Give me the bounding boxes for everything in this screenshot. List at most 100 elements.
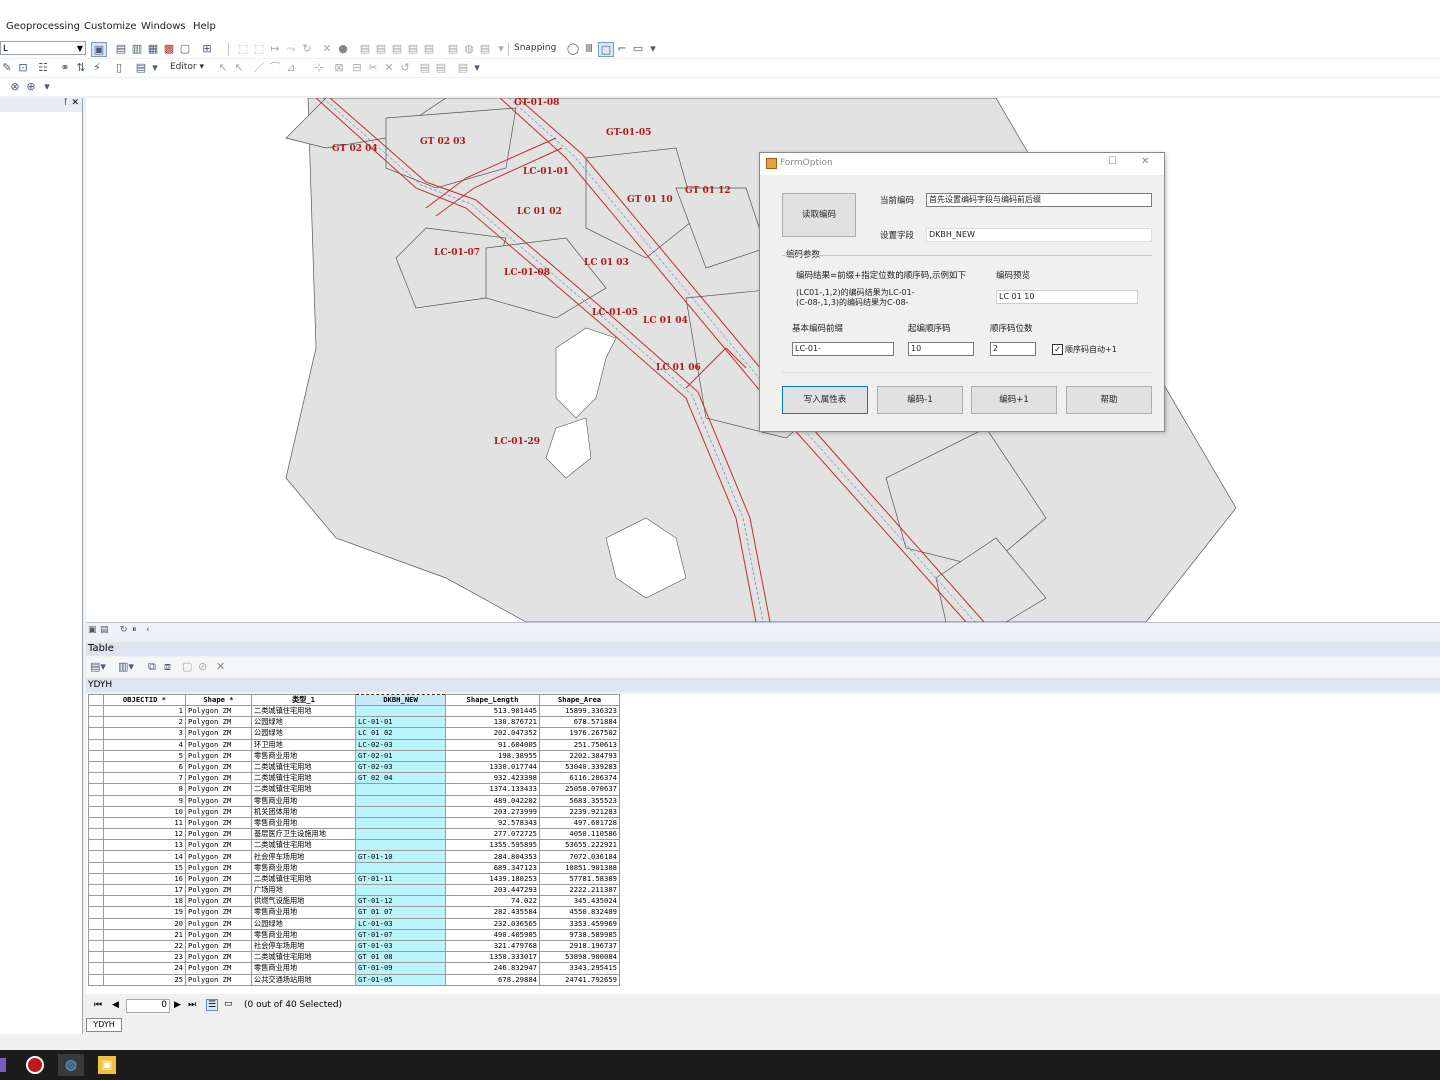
cell-shape[interactable]: Polygon ZM: [185, 917, 252, 930]
search-window-icon[interactable]: ▦: [146, 42, 160, 55]
cell-dkbh-new[interactable]: GT 02 04: [355, 772, 446, 785]
cell-shape[interactable]: Polygon ZM: [185, 738, 252, 751]
split-icon[interactable]: ⤳: [284, 42, 298, 55]
column-header-selected[interactable]: DKBH_NEW: [355, 694, 446, 706]
layout-view-icon[interactable]: ▤: [100, 625, 109, 635]
encoding-plus-button[interactable]: 编码+1: [971, 386, 1057, 414]
text-icon[interactable]: ⊡: [16, 61, 30, 74]
merge-icon[interactable]: ▤: [422, 42, 436, 55]
cell-objectid[interactable]: 9: [103, 794, 186, 807]
row-selector[interactable]: [88, 805, 104, 818]
table-row[interactable]: 14 Polygon ZM 社会停车场用地 GT-01-10 284.804353 707…: [88, 850, 620, 863]
end-point-arc-icon[interactable]: ⌒: [268, 61, 282, 74]
cell-dkbh-new[interactable]: LC-01-03: [355, 917, 446, 930]
reshape-icon[interactable]: ⬚: [252, 42, 266, 55]
cell-shape-length[interactable]: 489.042202: [445, 794, 540, 807]
cell-dkbh-new[interactable]: [355, 816, 446, 830]
cell-dkbh-new[interactable]: [355, 861, 446, 874]
cell-shape-area[interactable]: 251.750613: [539, 738, 620, 751]
cell-shape-length[interactable]: 513.901445: [445, 704, 540, 718]
attributes-window-icon[interactable]: ▤: [418, 61, 432, 74]
cell-objectid[interactable]: 25: [103, 973, 186, 986]
table-icon[interactable]: ▤: [114, 42, 128, 55]
catalog-icon[interactable]: ▥: [130, 42, 144, 55]
cell-type[interactable]: 机关团体用地: [251, 805, 356, 818]
row-selector[interactable]: [88, 906, 104, 919]
refresh-icon[interactable]: ↻: [120, 625, 128, 635]
menu-windows[interactable]: Windows: [141, 21, 186, 32]
cell-shape-length[interactable]: 932.423398: [445, 772, 540, 785]
digits-input[interactable]: 2: [990, 342, 1036, 356]
previous-record-icon[interactable]: ◀: [112, 1000, 119, 1010]
show-all-records-icon[interactable]: ☰: [206, 999, 219, 1011]
table-row[interactable]: 2 Polygon ZM 公园绿地 LC-01-01 130.876721 678.571…: [88, 716, 620, 729]
straight-segment-icon[interactable]: ／: [252, 61, 266, 74]
last-record-icon[interactable]: ⏭: [188, 1000, 196, 1010]
cell-shape-length[interactable]: 1374.133433: [445, 783, 540, 796]
clear-selection-icon[interactable]: ▢: [182, 660, 192, 673]
cell-objectid[interactable]: 20: [103, 917, 186, 930]
row-selector[interactable]: [88, 939, 104, 953]
cell-dkbh-new[interactable]: [355, 805, 446, 818]
cell-shape[interactable]: Polygon ZM: [185, 794, 252, 807]
reshape-feature-icon[interactable]: ⊠: [332, 61, 346, 74]
cell-objectid[interactable]: 15: [103, 861, 186, 874]
cell-dkbh-new[interactable]: GT-01-10: [355, 850, 446, 863]
cell-shape-area[interactable]: 25058.070637: [539, 783, 620, 796]
overflow-chevron-icon[interactable]: ▾: [470, 61, 484, 74]
overflow-chevron-icon[interactable]: ▾: [646, 42, 660, 55]
column-header[interactable]: OBJECTID *: [103, 694, 186, 706]
cell-shape[interactable]: Polygon ZM: [185, 704, 252, 718]
cell-shape[interactable]: Polygon ZM: [185, 928, 252, 941]
preview-field[interactable]: LC 01 10: [996, 290, 1138, 304]
cell-type[interactable]: 广场用地: [251, 883, 356, 897]
row-selector[interactable]: [88, 716, 104, 729]
show-selected-records-icon[interactable]: ▭: [224, 999, 233, 1009]
create-features-window-icon[interactable]: ▤: [456, 61, 470, 74]
select-by-attributes-icon[interactable]: ⧉: [148, 660, 156, 674]
cell-dkbh-new[interactable]: [355, 839, 446, 852]
cell-shape-area[interactable]: 6116.206374: [539, 772, 620, 785]
cell-type[interactable]: 二类城镇住宅用地: [251, 760, 356, 774]
cell-shape-area[interactable]: 345.435024: [539, 895, 620, 908]
cell-dkbh-new[interactable]: [355, 783, 446, 796]
cell-shape[interactable]: Polygon ZM: [185, 906, 252, 919]
table-row[interactable]: 19 Polygon ZM 零售商业用地 GT 01 07 282.435584 4550…: [88, 906, 620, 919]
cell-objectid[interactable]: 24: [103, 962, 186, 975]
cell-objectid[interactable]: 14: [103, 850, 186, 863]
cell-type[interactable]: 二类城镇住宅用地: [251, 872, 356, 886]
row-selector[interactable]: [88, 772, 104, 785]
cell-shape-length[interactable]: 198.38955: [445, 749, 540, 762]
cell-dkbh-new[interactable]: GT-01-05: [355, 973, 446, 986]
cell-type[interactable]: 公园绿地: [251, 716, 356, 729]
cell-shape-area[interactable]: 53040.339283: [539, 760, 620, 774]
switch-selection-icon[interactable]: ⧈: [164, 660, 171, 674]
cell-shape-length[interactable]: 678.29884: [445, 973, 540, 986]
edit-vertices-icon[interactable]: ⊹: [312, 61, 326, 74]
cell-objectid[interactable]: 10: [103, 805, 186, 818]
cell-type[interactable]: 社会停车场用地: [251, 850, 356, 863]
sketch-props-icon[interactable]: ▤: [434, 61, 448, 74]
auto-increment-checkbox[interactable]: ✓: [1052, 344, 1063, 355]
cell-type[interactable]: 零售商业用地: [251, 928, 356, 941]
write-attribute-table-button[interactable]: 写入属性表: [782, 386, 868, 414]
cell-shape[interactable]: Polygon ZM: [185, 951, 252, 964]
cell-type[interactable]: 二类城镇住宅用地: [251, 772, 356, 785]
cell-shape-length[interactable]: 203.273999: [445, 805, 540, 818]
row-selector[interactable]: [88, 895, 104, 908]
cell-dkbh-new[interactable]: GT 01 08: [355, 951, 446, 964]
delete-vertex-icon[interactable]: ✕: [382, 61, 396, 74]
split-tool-icon[interactable]: ✂: [366, 61, 380, 74]
cell-type[interactable]: 零售商业用地: [251, 861, 356, 874]
cell-type[interactable]: 供燃气设施用地: [251, 895, 356, 908]
cell-type[interactable]: 二类城镇住宅用地: [251, 704, 356, 718]
prefix-input[interactable]: LC-01-: [792, 342, 894, 356]
report-icon[interactable]: ▤: [134, 61, 148, 74]
cell-type[interactable]: 二类城镇住宅用地: [251, 839, 356, 852]
vertex-snapping-icon[interactable]: □: [598, 42, 614, 57]
route-icon[interactable]: ⇅: [74, 61, 88, 74]
table-row[interactable]: 22 Polygon ZM 社会停车场用地 GT-01-03 321.479768 291…: [88, 939, 620, 953]
cell-type[interactable]: 基层医疗卫生设施用地: [251, 828, 356, 841]
pencil-icon[interactable]: ✎: [0, 61, 14, 74]
cell-dkbh-new[interactable]: LC-01-01: [355, 716, 446, 729]
